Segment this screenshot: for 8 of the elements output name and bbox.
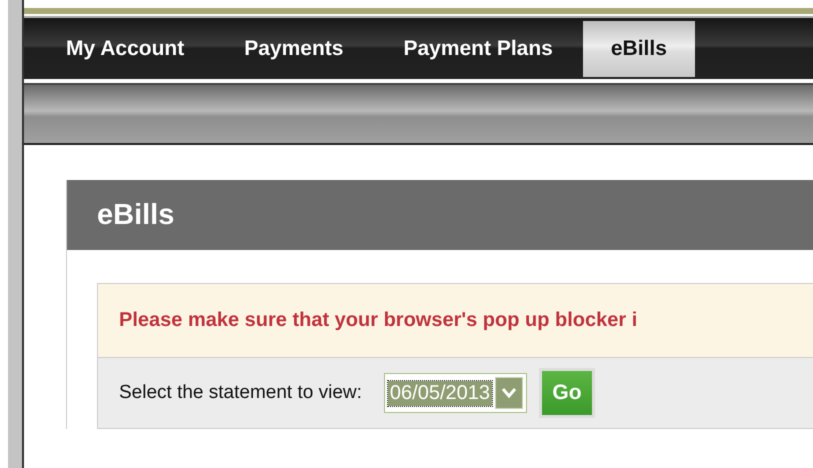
chevron-down-icon [495,377,524,409]
statement-label: Select the statement to view: [119,382,362,404]
nav-tab[interactable]: eBills [582,21,695,77]
nav-tab[interactable]: Payments [214,21,374,77]
nav-tab[interactable]: My Account [36,21,214,77]
nav-tab[interactable]: Payment Plans [373,21,583,77]
panel-title: eBills [67,180,813,250]
popup-blocker-notice: Please make sure that your browser's pop up blocker i [97,283,813,358]
